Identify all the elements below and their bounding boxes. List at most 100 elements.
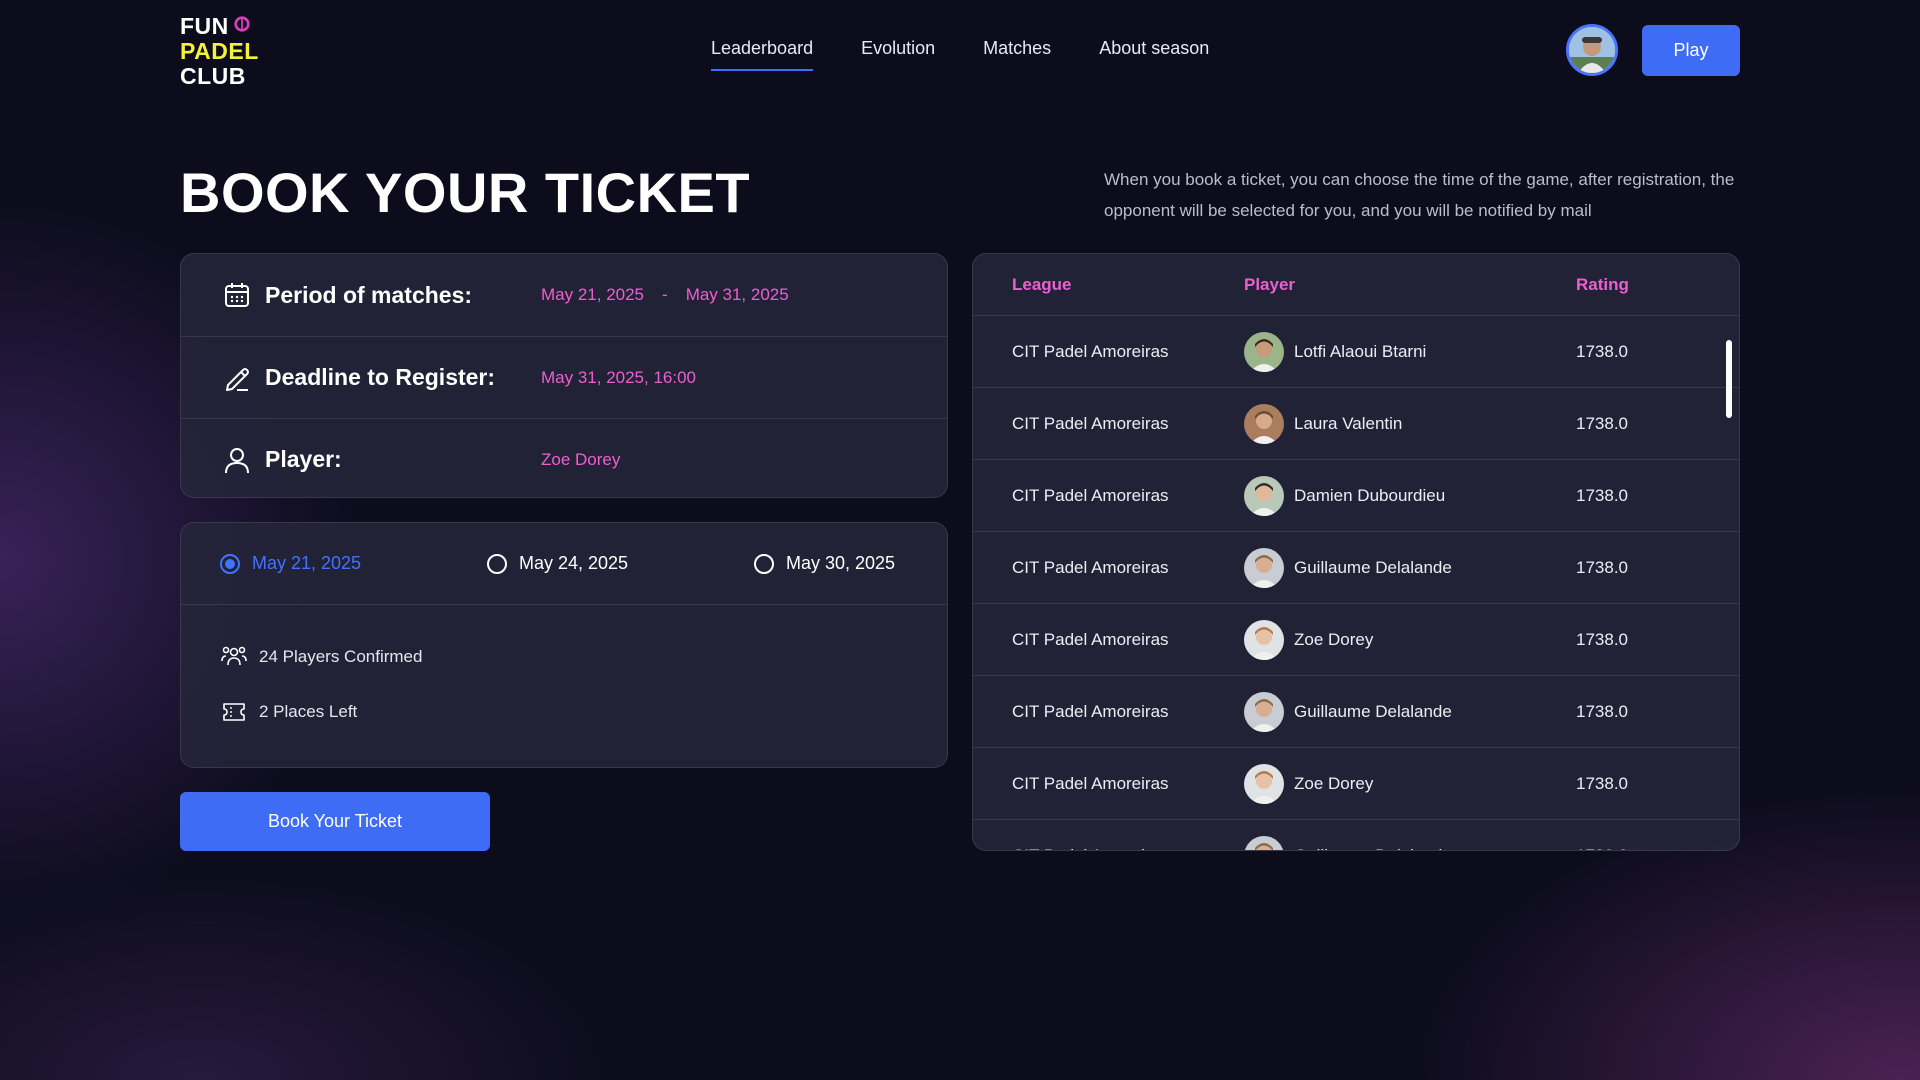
page-title: BOOK YOUR TICKET: [180, 161, 751, 224]
main-nav: Leaderboard Evolution Matches About seas…: [711, 38, 1209, 71]
cell-player: Guillaume Delalande: [1244, 820, 1452, 850]
cell-rating: 1738.0: [1576, 558, 1628, 577]
padel-ball-icon: [234, 15, 250, 32]
period-end: May 31, 2025: [685, 285, 789, 304]
player-name: Zoe Dorey: [1294, 630, 1374, 649]
logo-line-padel: PADEL: [180, 38, 259, 64]
player-avatar-icon: [1244, 764, 1284, 804]
group-icon: [221, 646, 247, 666]
period-label: Period of matches:: [265, 281, 473, 308]
cell-league: CIT Padel Amoreiras: [1012, 820, 1169, 850]
player-row: Player: Zoe Dorey: [181, 418, 947, 500]
places-left-text: 2 Places Left: [259, 702, 358, 721]
cell-player: Laura Valentin: [1244, 388, 1402, 460]
cell-rating: 1738.0: [1576, 702, 1628, 721]
user-avatar-icon: [1569, 27, 1615, 73]
fun-padel-club-logo[interactable]: FUN PADEL CLUB: [180, 14, 259, 89]
cell-league: CIT Padel Amoreiras: [1012, 486, 1169, 505]
table-header: League Player Rating: [973, 254, 1739, 316]
logo-line-club: CLUB: [180, 63, 246, 89]
book-ticket-button[interactable]: Book Your Ticket: [180, 792, 490, 851]
cell-rating: 1738.0: [1576, 820, 1628, 850]
player-label: Player:: [265, 446, 342, 472]
date-selection-card: May 21, 2025 May 24, 2025 May 30, 2025 2…: [180, 522, 948, 768]
table-row[interactable]: CIT Padel Amoreiras Guillaume Delalande 17…: [973, 532, 1739, 604]
table-row[interactable]: CIT Padel Amoreiras Laura Valentin 1738.0: [973, 388, 1739, 460]
play-button[interactable]: Play: [1642, 25, 1740, 76]
cell-league: CIT Padel Amoreiras: [1012, 414, 1169, 433]
cell-player: Damien Dubourdieu: [1244, 460, 1445, 532]
cell-league: CIT Padel Amoreiras: [1012, 774, 1169, 793]
deadline-row: Deadline to Register: May 31, 2025, 16:0…: [181, 336, 947, 418]
date-option-label: May 30, 2025: [786, 553, 896, 573]
player-name: Guillaume Delalande: [1294, 702, 1452, 721]
date-option-may-30[interactable]: May 30, 2025: [754, 553, 895, 574]
player-name: Damien Dubourdieu: [1294, 486, 1446, 505]
player-name: Zoe Dorey: [1294, 774, 1374, 793]
date-option-may-21[interactable]: May 21, 2025: [220, 553, 361, 574]
ticket-icon: [223, 703, 245, 721]
player-avatar-icon: [1244, 692, 1284, 732]
table-row[interactable]: CIT Padel Amoreiras Zoe Dorey 1738.0: [973, 748, 1739, 820]
player-name: Lotfi Alaoui Btarni: [1294, 342, 1427, 361]
calendar-icon: [223, 281, 251, 309]
date-option-label: May 21, 2025: [252, 553, 362, 573]
player-name: Guillaume Delalande: [1294, 846, 1452, 850]
match-info-card: Period of matches: May 21, 2025 - May 31…: [180, 253, 948, 498]
date-option-label: May 24, 2025: [519, 553, 629, 573]
user-icon: [223, 446, 251, 474]
cell-player: Guillaume Delalande: [1244, 532, 1452, 604]
page-description: When you book a ticket, you can choose t…: [1104, 170, 1735, 220]
deadline-label: Deadline to Register:: [265, 364, 496, 390]
cell-player: Zoe Dorey: [1244, 748, 1373, 820]
date-option-may-24[interactable]: May 24, 2025: [487, 553, 628, 574]
cell-rating: 1738.0: [1576, 486, 1628, 505]
nav-evolution[interactable]: Evolution: [861, 38, 935, 71]
header-player[interactable]: Player: [1244, 275, 1295, 295]
cell-rating: 1738.0: [1576, 342, 1628, 361]
table-row[interactable]: CIT Padel Amoreiras Guillaume Delalande 17…: [973, 820, 1739, 850]
player-avatar-icon: [1244, 404, 1284, 444]
nav-leaderboard[interactable]: Leaderboard: [711, 38, 814, 71]
deadline-value: May 31, 2025, 16:00: [541, 367, 697, 387]
user-avatar[interactable]: [1566, 24, 1618, 76]
player-value: Zoe Dorey: [541, 449, 621, 469]
cell-player: Lotfi Alaoui Btarni: [1244, 316, 1426, 388]
period-start: May 21, 2025: [541, 285, 645, 304]
logo-line-fun: FUN: [180, 13, 229, 39]
player-avatar-icon: [1244, 332, 1284, 372]
cell-rating: 1738.0: [1576, 414, 1628, 433]
period-separator: -: [662, 285, 668, 304]
header-league[interactable]: League: [1012, 275, 1072, 295]
player-avatar-icon: [1244, 836, 1284, 850]
player-name: Laura Valentin: [1294, 414, 1403, 433]
pencil-icon: [223, 364, 251, 392]
places-left: 2 Places Left: [221, 699, 357, 725]
players-confirmed: 24 Players Confirmed: [221, 644, 422, 670]
cell-league: CIT Padel Amoreiras: [1012, 702, 1169, 721]
table-row[interactable]: CIT Padel Amoreiras Zoe Dorey 1738.0: [973, 604, 1739, 676]
player-avatar-icon: [1244, 620, 1284, 660]
nav-matches[interactable]: Matches: [983, 38, 1051, 71]
nav-about-season[interactable]: About season: [1099, 38, 1209, 71]
radio-unselected-icon[interactable]: [754, 553, 774, 574]
cell-league: CIT Padel Amoreiras: [1012, 558, 1169, 577]
cell-player: Guillaume Delalande: [1244, 676, 1452, 748]
radio-selected-icon[interactable]: [220, 553, 240, 574]
table-row[interactable]: CIT Padel Amoreiras Damien Dubourdieu 1738…: [973, 460, 1739, 532]
cell-league: CIT Padel Amoreiras: [1012, 630, 1169, 649]
radio-unselected-icon[interactable]: [487, 553, 507, 574]
table-row[interactable]: CIT Padel Amoreiras Lotfi Alaoui Btarni 17…: [973, 316, 1739, 388]
player-avatar-icon: [1244, 548, 1284, 588]
player-avatar-icon: [1244, 476, 1284, 516]
date-options-row: May 21, 2025 May 24, 2025 May 30, 2025: [181, 523, 947, 605]
players-confirmed-text: 24 Players Confirmed: [259, 647, 423, 666]
table-row[interactable]: CIT Padel Amoreiras Guillaume Delalande 17…: [973, 676, 1739, 748]
leaderboard-table: League Player Rating CIT Padel Amoreiras…: [972, 253, 1740, 851]
cell-rating: 1738.0: [1576, 630, 1628, 649]
cell-league: CIT Padel Amoreiras: [1012, 342, 1169, 361]
period-row: Period of matches: May 21, 2025 - May 31…: [181, 254, 947, 336]
cell-rating: 1738.0: [1576, 774, 1628, 793]
table-scrollbar[interactable]: [1726, 340, 1732, 418]
header-rating[interactable]: Rating: [1576, 275, 1629, 295]
